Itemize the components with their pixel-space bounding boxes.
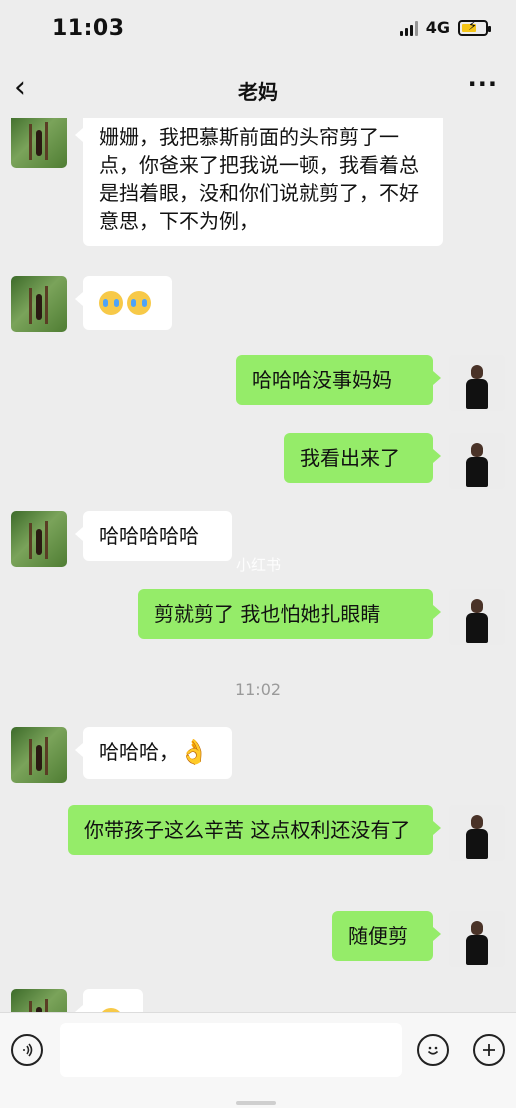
- message-text: 姗姗，我把慕斯前面的头帘剪了一点，你爸来了把我说一顿，我看着总是挡着眼，没和你们…: [99, 125, 419, 233]
- message-bubble-incoming[interactable]: [75, 276, 172, 330]
- my-avatar[interactable]: [449, 355, 505, 411]
- message-text: 你带孩子这么辛苦 这点权利还没有了: [84, 818, 411, 842]
- mom-avatar[interactable]: [11, 276, 67, 332]
- timestamp: 11:02: [234, 680, 282, 699]
- more-icon[interactable]: ···: [468, 70, 498, 98]
- message-bubble-outgoing[interactable]: 剪就剪了 我也怕她扎眼睛: [138, 589, 441, 639]
- voice-icon[interactable]: [11, 1034, 43, 1066]
- ok-hand-emoji-icon: [179, 738, 209, 768]
- my-avatar[interactable]: [449, 433, 505, 489]
- my-avatar[interactable]: [449, 911, 505, 967]
- status-time: 11:03: [52, 16, 125, 41]
- add-icon[interactable]: [473, 1034, 505, 1066]
- message-bubble-outgoing[interactable]: 哈哈哈没事妈妈: [236, 355, 441, 405]
- cellular-signal-icon: [399, 20, 418, 36]
- my-avatar[interactable]: [449, 805, 505, 861]
- home-indicator: [236, 1101, 276, 1105]
- message-bubble-outgoing[interactable]: 随便剪: [332, 911, 441, 961]
- chat-title: 老妈: [238, 80, 278, 104]
- mom-avatar[interactable]: [11, 112, 67, 168]
- message-text: 哈哈哈没事妈妈: [252, 368, 392, 392]
- network-type: 4G: [425, 18, 450, 37]
- message-bubble-outgoing[interactable]: 你带孩子这么辛苦 这点权利还没有了: [68, 805, 441, 855]
- message-text: 我看出来了: [300, 446, 400, 470]
- message-text: 剪就剪了 我也怕她扎眼睛: [154, 602, 381, 626]
- message-text: 哈哈哈哈哈: [99, 524, 199, 548]
- mom-avatar[interactable]: [11, 511, 67, 567]
- status-bar: 11:03 4G ⚡: [0, 0, 516, 60]
- battery-icon: ⚡: [458, 19, 491, 36]
- my-avatar[interactable]: [449, 589, 505, 645]
- message-text: 随便剪: [348, 924, 408, 948]
- message-bubble-incoming[interactable]: 哈哈哈，: [75, 727, 232, 779]
- crying-laughing-emoji-icon: [127, 290, 151, 315]
- nav-bar: ‹ 老妈 ···: [0, 62, 516, 118]
- watermark: 小红书: [236, 556, 282, 574]
- emoji-picker-icon[interactable]: [417, 1034, 449, 1066]
- message-bubble-incoming[interactable]: 姗姗，我把慕斯前面的头帘剪了一点，你爸来了把我说一顿，我看着总是挡着眼，没和你们…: [75, 112, 443, 246]
- message-bubble-outgoing[interactable]: 我看出来了: [284, 433, 441, 483]
- message-text: 哈哈哈，: [99, 740, 179, 764]
- crying-laughing-emoji-icon: [99, 290, 123, 315]
- message-bubble-incoming[interactable]: 哈哈哈哈哈: [75, 511, 232, 561]
- mom-avatar[interactable]: [11, 727, 67, 783]
- chat-history: 姗姗，我把慕斯前面的头帘剪了一点，你爸来了把我说一顿，我看着总是挡着眼，没和你们…: [0, 0, 516, 1107]
- message-input[interactable]: [60, 1023, 402, 1077]
- input-bar: [0, 1012, 516, 1108]
